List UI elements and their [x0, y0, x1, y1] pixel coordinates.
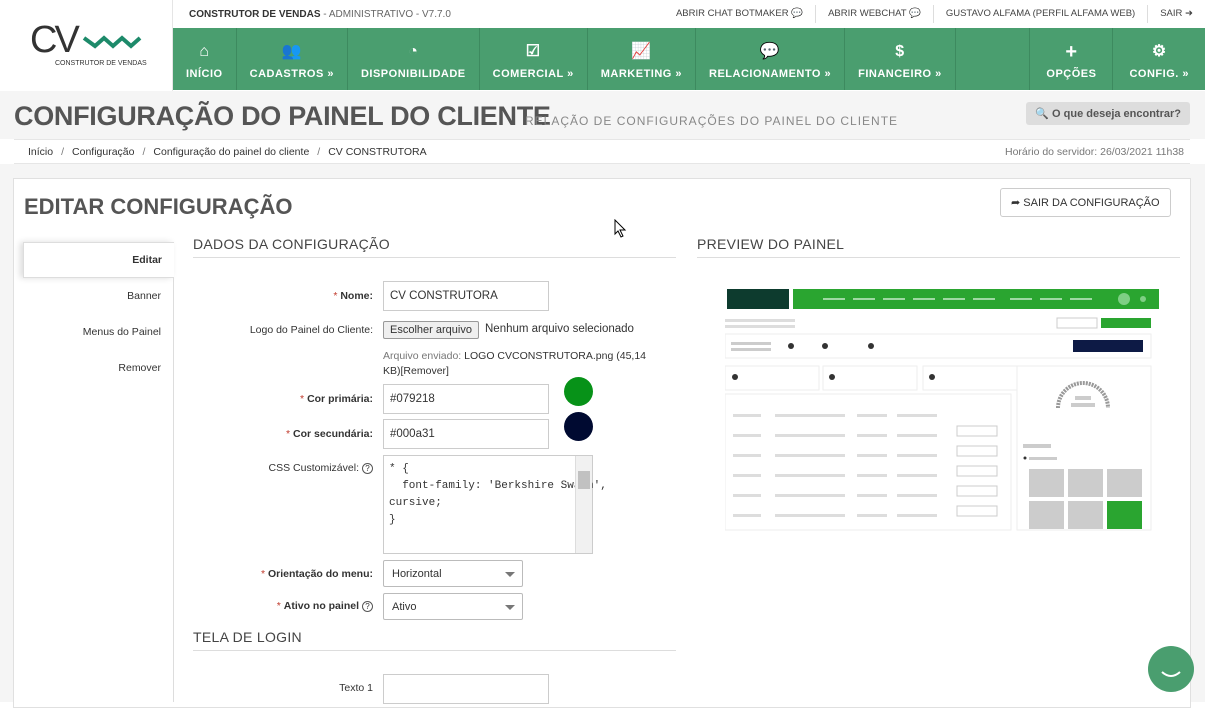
server-time: Horário do servidor: 26/03/2021 11h38 [1004, 145, 1184, 158]
divider [193, 257, 676, 258]
chart-icon: 📈 [631, 43, 652, 60]
css-label: CSS Customizável:? [183, 462, 373, 474]
breadcrumb: Início / Configuração / Configuração do pa… [14, 139, 1190, 164]
breadcrumb-item[interactable]: Início [28, 146, 53, 158]
page-title: CONFIGURAÇÃO DO PAINEL DO CLIENTE [14, 101, 551, 131]
secondary-color-swatch[interactable] [564, 412, 593, 441]
logo-text: CONSTRUTOR DE VENDAS [55, 60, 147, 67]
help-icon[interactable]: ? [362, 462, 373, 474]
nav-inicio[interactable]: ⌂ INÍCIO [173, 28, 237, 90]
nav-cadastros[interactable]: 👥 CADASTROS » [237, 28, 348, 90]
search-button[interactable]: 🔍 O que deseja encontrar? [1026, 102, 1190, 125]
css-textarea[interactable]: * { font-family: 'Berkshire Swash', curs… [383, 455, 607, 554]
nav-disponibilidade[interactable]: ◔ DISPONIBILIDADE [348, 28, 480, 90]
tab-banner[interactable]: Banner [13, 278, 173, 314]
chat-icon: 💬 [791, 8, 804, 19]
app-brand: CONSTRUTOR DE VENDAS - ADMINISTRATIVO - … [189, 8, 451, 20]
logo[interactable]: CV CONSTRUTOR DE VENDAS [0, 0, 173, 91]
preview-logo [727, 289, 789, 309]
text1-label: Texto 1 [339, 682, 373, 694]
section-title-preview: PREVIEW DO PAINEL [697, 236, 845, 252]
dollar-icon: $ [895, 43, 905, 60]
remove-file-link[interactable]: [Remover] [401, 365, 449, 377]
divider [697, 257, 1180, 258]
chat-icon: 💬 [909, 8, 921, 19]
chat-widget-button[interactable] [1148, 646, 1194, 692]
panel-preview [725, 286, 1161, 532]
text1-input[interactable] [383, 674, 549, 704]
orientation-select[interactable]: Horizontal [383, 560, 523, 587]
gear-icon: ⚙ [1151, 43, 1167, 60]
primary-color-swatch[interactable] [564, 377, 593, 406]
help-icon[interactable]: ? [362, 600, 373, 612]
tab-menus-do-painel[interactable]: Menus do Painel [13, 314, 173, 350]
logout-link[interactable]: SAIR ➜ [1147, 5, 1205, 23]
primary-color-label: * Cor primária: [300, 393, 373, 405]
main-nav: ⌂ INÍCIO 👥 CADASTROS » ◔ DISPONIBILIDADE ☑ C… [173, 28, 1205, 90]
logout-icon: ➜ [1185, 8, 1193, 19]
construtor-de-vendas-logo: CV CONSTRUTOR DE VENDAS [30, 19, 147, 67]
checkbox-icon: ☑ [525, 43, 541, 60]
nav-comercial[interactable]: ☑ COMERCIAL » [480, 28, 588, 90]
mouse-cursor [614, 219, 627, 238]
user-profile-link[interactable]: GUSTAVO ALFAMA (PERFIL ALFAMA WEB) [932, 5, 1147, 23]
users-icon: 👥 [281, 43, 302, 60]
file-sent-info: Arquivo enviado: LOGO CVCONSTRUTORA.png … [383, 350, 647, 377]
secondary-color-input[interactable]: #000a31 [383, 419, 549, 449]
secondary-color-label: * Cor secundária: [286, 428, 373, 440]
breadcrumb-item[interactable]: Configuração do painel do cliente [153, 146, 309, 158]
orientation-label: * Orientação do menu: [260, 568, 373, 580]
top-bar: CONSTRUTOR DE VENDAS - ADMINISTRATIVO - … [173, 0, 1205, 28]
open-botmaker-chat-link[interactable]: ABRIR CHAT BOTMAKER 💬 [664, 5, 815, 23]
plus-icon: + [1065, 41, 1078, 63]
logo-label: Logo do Painel do Cliente: [249, 324, 373, 336]
edit-title: EDITAR CONFIGURAÇÃO [24, 194, 293, 219]
name-label: * Nome: [333, 290, 373, 302]
chevron-down-icon [505, 571, 515, 577]
divider [193, 650, 676, 651]
side-tabs: Editar Banner Menus do Painel Remover [13, 242, 174, 702]
breadcrumb-item: CV CONSTRUTORA [328, 145, 427, 158]
chevron-down-icon [505, 604, 515, 610]
name-input[interactable]: CV CONSTRUTORA [383, 281, 549, 311]
search-icon: 🔍 [1035, 108, 1049, 120]
nav-opcoes[interactable]: + OPÇÕES [1029, 28, 1112, 90]
chat-smile-icon [1161, 671, 1181, 677]
active-label: * Ativo no painel? [183, 600, 373, 612]
tab-editar[interactable]: Editar [23, 242, 174, 278]
open-webchat-link[interactable]: ABRIR WEBCHAT 💬 [815, 5, 933, 23]
section-title-login: TELA DE LOGIN [193, 629, 302, 645]
section-title-dados: DADOS DA CONFIGURAÇÃO [193, 236, 390, 252]
chat-icon: 💬 [759, 43, 781, 60]
primary-color-input[interactable]: #079218 [383, 384, 549, 414]
nav-financeiro[interactable]: $ FINANCEIRO » [845, 28, 956, 90]
choose-file-button[interactable]: Escolher arquivo [383, 321, 479, 339]
dashboard-icon: ◔ [408, 43, 419, 60]
page-subtitle: RELAÇÃO DE CONFIGURAÇÕES DO PAINEL DO CL… [525, 114, 899, 128]
active-select[interactable]: Ativo [383, 593, 523, 620]
nav-marketing[interactable]: 📈 MARKETING » [588, 28, 697, 90]
nav-relacionamento[interactable]: 💬 RELACIONAMENTO » [696, 28, 846, 90]
home-icon: ⌂ [199, 43, 210, 60]
tab-remover[interactable]: Remover [13, 350, 173, 386]
nav-config[interactable]: ⚙ CONFIG. » [1112, 28, 1205, 90]
breadcrumb-item[interactable]: Configuração [72, 146, 134, 158]
exit-config-button[interactable]: ➦ SAIR DA CONFIGURAÇÃO [1000, 188, 1171, 217]
svg-text:CV: CV [30, 19, 80, 61]
file-status: Nenhum arquivo selecionado [485, 323, 634, 335]
textarea-scrollbar[interactable] [575, 456, 592, 553]
share-icon: ➦ [1011, 197, 1021, 209]
